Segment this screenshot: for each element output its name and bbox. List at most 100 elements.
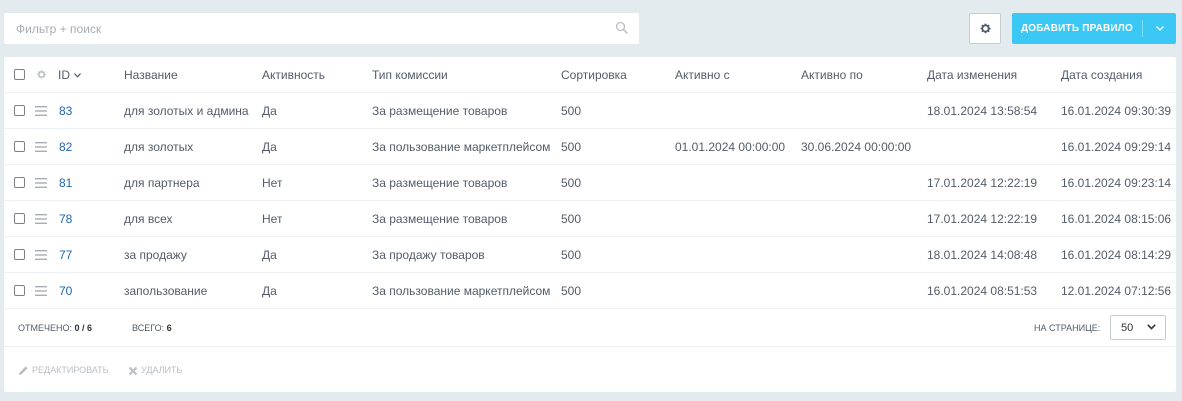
chevron-down-icon bbox=[1147, 324, 1156, 330]
row-modified: 17.01.2024 12:22:19 bbox=[927, 212, 1038, 226]
column-header-activity[interactable]: Активность bbox=[262, 57, 325, 93]
row-created: 16.01.2024 09:23:14 bbox=[1061, 176, 1172, 190]
row-commission-type: За размещение товаров bbox=[372, 176, 508, 190]
row-checkbox[interactable] bbox=[14, 285, 25, 296]
row-commission-type: За пользование маркетплейсом bbox=[372, 284, 551, 298]
select-all-checkbox[interactable] bbox=[14, 69, 25, 80]
row-name: для золотых bbox=[124, 140, 194, 154]
edit-button[interactable]: РЕДАКТИРОВАТЬ bbox=[18, 348, 109, 392]
row-created: 16.01.2024 09:29:14 bbox=[1061, 140, 1172, 154]
row-checkbox[interactable] bbox=[14, 141, 25, 152]
row-activity: Да bbox=[262, 284, 277, 298]
column-header-id[interactable]: ID bbox=[58, 57, 81, 93]
action-panel: РЕДАКТИРОВАТЬ УДАЛИТЬ bbox=[4, 348, 1176, 392]
row-sort: 500 bbox=[561, 212, 582, 226]
row-created: 16.01.2024 09:30:39 bbox=[1061, 104, 1172, 118]
table-row[interactable]: 83 для золотых и админа Да За размещение… bbox=[4, 93, 1176, 129]
row-id-link[interactable]: 70 bbox=[59, 273, 72, 309]
row-commission-type: За продажу товаров bbox=[372, 248, 485, 262]
row-activity: Да bbox=[262, 248, 277, 262]
row-commission-type: За размещение товаров bbox=[372, 212, 508, 226]
selected-counter-value: 0 / 6 bbox=[74, 323, 93, 333]
row-active-from: 01.01.2024 00:00:00 bbox=[675, 140, 786, 154]
filter-search-box[interactable] bbox=[4, 13, 639, 44]
row-active-to: 30.06.2024 00:00:00 bbox=[801, 140, 912, 154]
table-row[interactable]: 82 для золотых Да За пользование маркетп… bbox=[4, 129, 1176, 165]
row-commission-type: За пользование маркетплейсом bbox=[372, 140, 551, 154]
row-name: за продажу bbox=[124, 248, 187, 262]
row-menu-icon[interactable] bbox=[35, 214, 47, 224]
row-checkbox[interactable] bbox=[14, 249, 25, 260]
row-id-link[interactable]: 83 bbox=[59, 93, 72, 129]
delete-button-label: УДАЛИТЬ bbox=[141, 365, 183, 375]
selected-counter-label: ОТМЕЧЕНО: bbox=[18, 323, 72, 333]
row-activity: Нет bbox=[262, 176, 283, 190]
search-input[interactable] bbox=[4, 13, 604, 44]
row-activity: Да bbox=[262, 104, 277, 118]
row-modified: 18.01.2024 13:58:54 bbox=[927, 104, 1038, 118]
row-created: 16.01.2024 08:14:29 bbox=[1061, 248, 1172, 262]
selected-counter: ОТМЕЧЕНО: 0 / 6 bbox=[18, 309, 92, 347]
row-menu-icon[interactable] bbox=[35, 286, 47, 296]
row-id-link[interactable]: 81 bbox=[59, 165, 72, 201]
row-sort: 500 bbox=[561, 248, 582, 262]
row-id-link[interactable]: 78 bbox=[59, 201, 72, 237]
edit-button-label: РЕДАКТИРОВАТЬ bbox=[32, 365, 109, 375]
column-header-commission-type[interactable]: Тип комиссии bbox=[372, 57, 448, 93]
row-menu-icon[interactable] bbox=[35, 142, 47, 152]
add-rule-label: ДОБАВИТЬ ПРАВИЛО bbox=[1020, 23, 1134, 34]
row-menu-icon[interactable] bbox=[35, 250, 47, 260]
row-sort: 500 bbox=[561, 104, 582, 118]
column-header-sort[interactable]: Сортировка bbox=[561, 57, 627, 93]
add-rule-dropdown[interactable] bbox=[1143, 26, 1176, 31]
column-header-active-to[interactable]: Активно по bbox=[801, 57, 863, 93]
total-counter: ВСЕГО: 6 bbox=[132, 309, 172, 347]
row-menu-icon[interactable] bbox=[35, 106, 47, 116]
row-name: для партнера bbox=[124, 176, 200, 190]
search-icon[interactable] bbox=[615, 21, 629, 35]
pencil-icon bbox=[19, 366, 28, 376]
row-activity: Да bbox=[262, 140, 277, 154]
rules-grid: ID Название Активность Тип комиссии Сорт… bbox=[4, 57, 1176, 392]
row-created: 16.01.2024 08:15:06 bbox=[1061, 212, 1172, 226]
delete-button[interactable]: УДАЛИТЬ bbox=[128, 348, 182, 392]
column-header-id-label: ID bbox=[58, 68, 70, 82]
table-row[interactable]: 78 для всех Нет За размещение товаров 50… bbox=[4, 201, 1176, 237]
row-modified: 17.01.2024 12:22:19 bbox=[927, 176, 1038, 190]
row-sort: 500 bbox=[561, 140, 582, 154]
row-name: для золотых и админа bbox=[124, 104, 249, 118]
add-rule-button[interactable]: ДОБАВИТЬ ПРАВИЛО bbox=[1012, 13, 1176, 44]
row-name: для всех bbox=[124, 212, 173, 226]
column-settings-icon[interactable] bbox=[36, 69, 47, 80]
sort-descending-icon bbox=[74, 73, 81, 79]
per-page-select[interactable]: 50 bbox=[1110, 315, 1166, 340]
row-sort: 500 bbox=[561, 284, 582, 298]
table-row[interactable]: 70 запользование Да За пользование марке… bbox=[4, 273, 1176, 309]
row-commission-type: За размещение товаров bbox=[372, 104, 508, 118]
table-row[interactable]: 77 за продажу Да За продажу товаров 500 … bbox=[4, 237, 1176, 273]
row-menu-icon[interactable] bbox=[35, 178, 47, 188]
row-checkbox[interactable] bbox=[14, 177, 25, 188]
row-name: запользование bbox=[124, 284, 208, 298]
row-checkbox[interactable] bbox=[14, 213, 25, 224]
row-id-link[interactable]: 82 bbox=[59, 129, 72, 165]
row-id-link[interactable]: 77 bbox=[59, 237, 72, 273]
row-created: 12.01.2024 07:12:56 bbox=[1061, 284, 1172, 298]
column-header-modified[interactable]: Дата изменения bbox=[927, 57, 1017, 93]
row-modified: 18.01.2024 14:08:48 bbox=[927, 248, 1038, 262]
row-activity: Нет bbox=[262, 212, 283, 226]
row-checkbox[interactable] bbox=[14, 105, 25, 116]
table-header: ID Название Активность Тип комиссии Сорт… bbox=[4, 57, 1176, 93]
table-row[interactable]: 81 для партнера Нет За размещение товаро… bbox=[4, 165, 1176, 201]
per-page-value: 50 bbox=[1121, 321, 1134, 334]
close-icon bbox=[128, 366, 138, 375]
row-modified: 16.01.2024 08:51:53 bbox=[927, 284, 1038, 298]
column-header-name[interactable]: Название bbox=[124, 57, 178, 93]
column-header-created[interactable]: Дата создания bbox=[1061, 57, 1142, 93]
grid-settings-button[interactable] bbox=[969, 13, 1001, 44]
row-sort: 500 bbox=[561, 176, 582, 190]
column-header-active-from[interactable]: Активно с bbox=[675, 57, 730, 93]
chevron-down-icon bbox=[1155, 26, 1164, 31]
grid-footer: ОТМЕЧЕНО: 0 / 6 ВСЕГО: 6 НА СТРАНИЦЕ: 50 bbox=[4, 309, 1176, 347]
total-counter-label: ВСЕГО: bbox=[132, 323, 165, 333]
